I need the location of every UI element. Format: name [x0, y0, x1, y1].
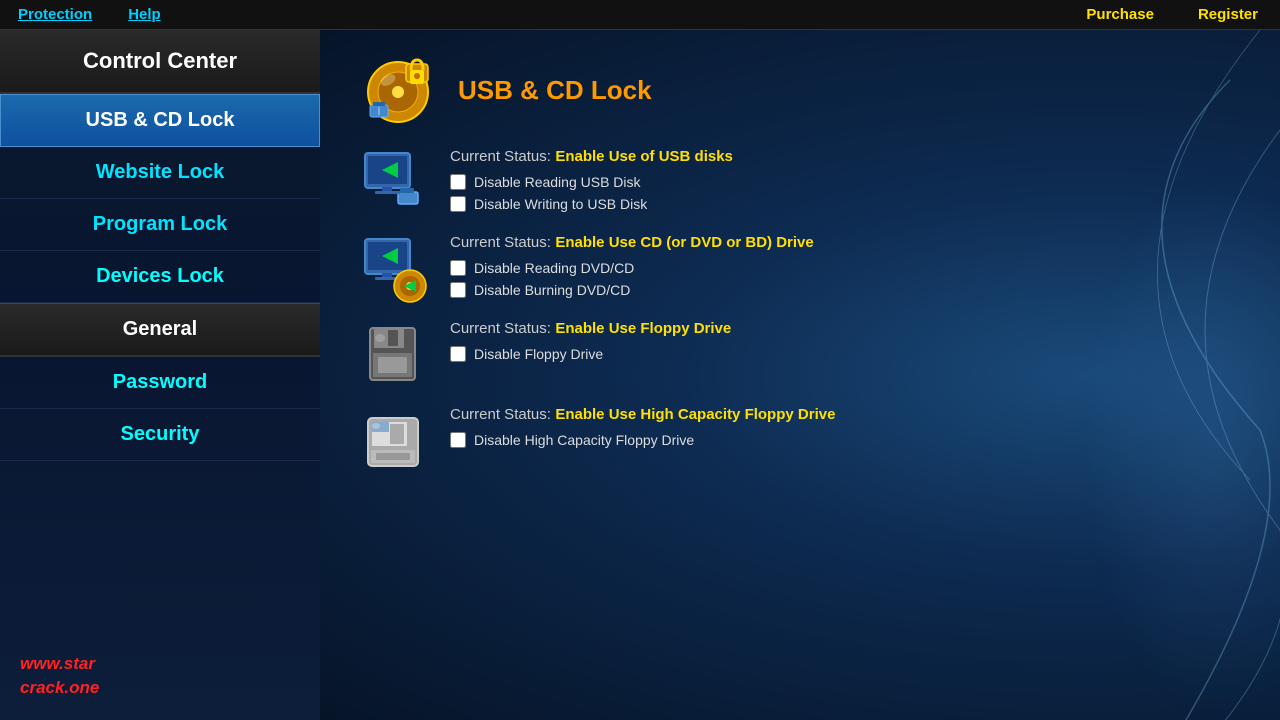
top-bar: Protection Help Purchase Register	[0, 0, 1280, 30]
cd-status-value: Enable Use CD (or DVD or BD) Drive	[555, 234, 813, 251]
hifloppy-status-label: Current Status:	[450, 406, 551, 423]
disable-read-usb-checkbox[interactable]	[450, 174, 466, 190]
sidebar-control-center[interactable]: Control Center	[0, 30, 320, 94]
devices-lock-label: Devices Lock	[96, 265, 224, 288]
sidebar-general[interactable]: General	[0, 303, 320, 357]
sidebar-item-program-lock[interactable]: Program Lock	[0, 199, 320, 251]
section-title: USB & CD Lock	[458, 75, 652, 106]
disable-read-dvd-label: Disable Reading DVD/CD	[474, 260, 634, 276]
disable-burn-dvd-row: Disable Burning DVD/CD	[450, 282, 1240, 298]
disable-burn-dvd-label: Disable Burning DVD/CD	[474, 282, 630, 298]
disable-burn-dvd-checkbox[interactable]	[450, 282, 466, 298]
cd-device-icon	[360, 234, 430, 304]
cd-status-label: Current Status:	[450, 234, 551, 251]
menu-register[interactable]: Register	[1176, 4, 1280, 25]
cd-device-block: Current Status: Enable Use CD (or DVD or…	[360, 234, 1240, 304]
disable-hifloppy-checkbox[interactable]	[450, 432, 466, 448]
sidebar: Control Center USB & CD Lock Website Loc…	[0, 30, 320, 720]
main-layout: Control Center USB & CD Lock Website Loc…	[0, 30, 1280, 720]
sidebar-item-usb-cd-lock[interactable]: USB & CD Lock	[0, 94, 320, 147]
disable-read-dvd-row: Disable Reading DVD/CD	[450, 260, 1240, 276]
usb-device-icon	[360, 148, 430, 218]
security-label: Security	[121, 423, 200, 446]
hifloppy-device-icon	[360, 406, 430, 476]
watermark-line1: www.star	[20, 654, 95, 673]
menu-protection[interactable]: Protection	[0, 4, 110, 25]
floppy-status-label: Current Status:	[450, 320, 551, 337]
disable-read-usb-row: Disable Reading USB Disk	[450, 174, 1240, 190]
watermark-line2: crack.one	[20, 678, 99, 697]
disable-write-usb-checkbox[interactable]	[450, 196, 466, 212]
hifloppy-status-row: Current Status: Enable Use High Capacity…	[450, 406, 1240, 424]
disable-floppy-label: Disable Floppy Drive	[474, 346, 603, 362]
floppy-device-info: Current Status: Enable Use Floppy Drive …	[450, 320, 1240, 368]
disable-write-usb-label: Disable Writing to USB Disk	[474, 196, 647, 212]
program-lock-label: Program Lock	[93, 213, 227, 236]
section-header-row: USB & CD Lock	[360, 50, 1240, 130]
top-bar-left-menu: Protection Help	[0, 4, 179, 25]
usb-status-value: Enable Use of USB disks	[555, 148, 733, 165]
floppy-device-icon	[360, 320, 430, 390]
hifloppy-status-value: Enable Use High Capacity Floppy Drive	[555, 406, 835, 423]
password-label: Password	[113, 371, 207, 394]
usb-cd-lock-label: USB & CD Lock	[86, 109, 235, 132]
hifloppy-device-block: Current Status: Enable Use High Capacity…	[360, 406, 1240, 476]
disable-floppy-row: Disable Floppy Drive	[450, 346, 1240, 362]
usb-device-info: Current Status: Enable Use of USB disks …	[450, 148, 1240, 218]
disable-hifloppy-label: Disable High Capacity Floppy Drive	[474, 432, 694, 448]
disable-read-usb-label: Disable Reading USB Disk	[474, 174, 641, 190]
usb-status-label: Current Status:	[450, 148, 551, 165]
usb-device-block: Current Status: Enable Use of USB disks …	[360, 148, 1240, 218]
sidebar-item-security[interactable]: Security	[0, 409, 320, 461]
content-area: USB & CD Lock	[320, 30, 1280, 720]
sidebar-item-devices-lock[interactable]: Devices Lock	[0, 251, 320, 303]
menu-help[interactable]: Help	[110, 4, 179, 25]
sidebar-item-password[interactable]: Password	[0, 357, 320, 409]
disable-floppy-checkbox[interactable]	[450, 346, 466, 362]
floppy-status-row: Current Status: Enable Use Floppy Drive	[450, 320, 1240, 338]
sidebar-item-website-lock[interactable]: Website Lock	[0, 147, 320, 199]
disable-read-dvd-checkbox[interactable]	[450, 260, 466, 276]
hifloppy-device-info: Current Status: Enable Use High Capacity…	[450, 406, 1240, 454]
usb-status-row: Current Status: Enable Use of USB disks	[450, 148, 1240, 166]
website-lock-label: Website Lock	[96, 161, 225, 184]
general-label: General	[123, 318, 197, 341]
top-bar-right-menu: Purchase Register	[1064, 4, 1280, 25]
cd-device-info: Current Status: Enable Use CD (or DVD or…	[450, 234, 1240, 304]
disable-write-usb-row: Disable Writing to USB Disk	[450, 196, 1240, 212]
usb-cd-lock-icon	[360, 50, 440, 130]
control-center-label: Control Center	[83, 48, 237, 74]
watermark: www.star crack.one	[20, 652, 99, 700]
menu-purchase[interactable]: Purchase	[1064, 4, 1176, 25]
cd-status-row: Current Status: Enable Use CD (or DVD or…	[450, 234, 1240, 252]
disable-hifloppy-row: Disable High Capacity Floppy Drive	[450, 432, 1240, 448]
floppy-device-block: Current Status: Enable Use Floppy Drive …	[360, 320, 1240, 390]
floppy-status-value: Enable Use Floppy Drive	[555, 320, 731, 337]
